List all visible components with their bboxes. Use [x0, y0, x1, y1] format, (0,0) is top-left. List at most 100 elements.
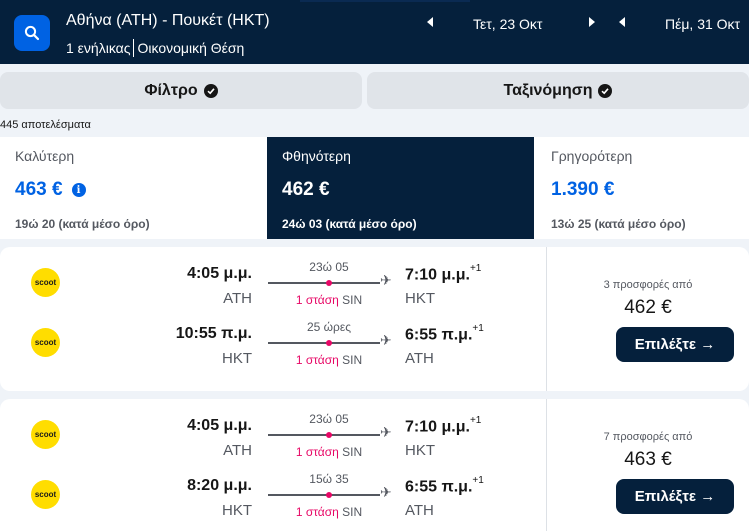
passenger-count: 1 ενήλικας: [66, 40, 131, 56]
arrival-airport: HKT: [405, 290, 435, 307]
search-icon: [24, 25, 40, 41]
departure-time: 4:05 μ.μ.: [187, 265, 252, 282]
stops-info: 1 στάση SIN: [268, 293, 390, 307]
header-accent-line: [300, 0, 470, 2]
airline-logo: scoot: [31, 268, 60, 297]
tab-best-price-row: 463 € i: [15, 179, 86, 201]
departure-airport: ATH: [223, 442, 252, 459]
offers-count: 3 προσφορές από: [603, 279, 693, 291]
return-date[interactable]: Πέμ, 31 Οκτ: [665, 14, 740, 34]
select-button[interactable]: Επιλέξτε →: [616, 327, 734, 362]
sort-tabs: Καλύτερη 463 € i 19ώ 20 (κατά μέσο όρο) …: [0, 137, 749, 239]
price: 462 €: [624, 297, 672, 318]
arrival-time-group: 7:10 μ.μ.+1: [405, 263, 482, 284]
stop-count: 1 στάση: [295, 445, 339, 459]
stop-marker: [326, 432, 332, 438]
stop-airport: SIN: [342, 353, 363, 367]
airline-logo: scoot: [31, 328, 60, 357]
tab-cheapest-label: Φθηνότερη: [282, 148, 351, 164]
card-divider: [546, 247, 547, 391]
prev-return-date-chevron-left-icon[interactable]: [619, 17, 625, 27]
return-leg: scoot 10:55 π.μ. HKT 25 ώρες ✈ 1 στάση S…: [0, 318, 546, 367]
tab-fastest-duration: 13ώ 25 (κατά μέσο όρο): [551, 217, 686, 231]
prev-depart-date-chevron-left-icon[interactable]: [427, 17, 433, 27]
arrival-time: 7:10 μ.μ.: [405, 266, 470, 284]
airline-logo: scoot: [31, 480, 60, 509]
stop-airport: SIN: [342, 505, 363, 519]
tab-best-price: 463 €: [15, 179, 63, 200]
stop-airport: SIN: [342, 293, 363, 307]
sort-button[interactable]: Ταξινόμηση: [367, 72, 749, 109]
tab-fastest-price: 1.390 €: [551, 179, 615, 200]
next-depart-date-chevron-right-icon[interactable]: [589, 17, 595, 27]
tab-best[interactable]: Καλύτερη 463 € i 19ώ 20 (κατά μέσο όρο): [0, 137, 267, 239]
tab-best-label: Καλύτερη: [15, 148, 75, 164]
check-circle-icon: [598, 83, 613, 98]
stop-count: 1 στάση: [295, 505, 339, 519]
route-line: [268, 282, 380, 284]
plane-icon: ✈: [380, 484, 392, 500]
stops-info: 1 στάση SIN: [268, 353, 390, 367]
price: 463 €: [624, 449, 672, 470]
flight-duration: 23ώ 05: [309, 412, 349, 426]
trip-meta[interactable]: 1 ενήλικας Οικονομική Θέση: [66, 39, 244, 57]
departure-airport: HKT: [222, 502, 252, 519]
filter-label: Φίλτρο: [144, 81, 198, 99]
route-line: [268, 434, 380, 436]
stops-info: 1 στάση SIN: [268, 505, 390, 519]
tab-cheapest-price: 462 €: [282, 179, 330, 200]
departure-time: 4:05 μ.μ.: [187, 417, 252, 434]
meta-divider: [133, 39, 135, 57]
cabin-class: Οικονομική Θέση: [137, 40, 245, 56]
plane-icon: ✈: [380, 424, 392, 440]
stop-marker: [326, 492, 332, 498]
arrival-time: 6:55 π.μ.: [405, 326, 473, 344]
arrival-time-group: 7:10 μ.μ.+1: [405, 415, 482, 436]
check-circle-icon: [203, 83, 218, 98]
departure-time: 8:20 μ.μ.: [187, 477, 252, 494]
stop-marker: [326, 340, 332, 346]
airline-logo: scoot: [31, 420, 60, 449]
arrival-time: 7:10 μ.μ.: [405, 418, 470, 436]
arrival-time-group: 6:55 π.μ.+1: [405, 475, 484, 496]
info-icon[interactable]: i: [71, 183, 86, 197]
departure-time: 10:55 π.μ.: [175, 325, 252, 342]
outbound-leg: scoot 4:05 μ.μ. ATH 23ώ 05 ✈ 1 στάση SIN…: [0, 258, 546, 307]
stop-marker: [326, 280, 332, 286]
day-offset: +1: [469, 263, 482, 274]
result-card[interactable]: scoot 4:05 μ.μ. ATH 23ώ 05 ✈ 1 στάση SIN…: [0, 247, 749, 391]
flight-duration: 25 ώρες: [306, 320, 351, 334]
tab-best-duration: 19ώ 20 (κατά μέσο όρο): [15, 217, 150, 231]
departure-airport: HKT: [222, 350, 252, 367]
route-line: [268, 494, 380, 496]
stop-airport: SIN: [342, 445, 363, 459]
tab-cheapest-duration: 24ώ 03 (κατά μέσο όρο): [282, 217, 417, 231]
sort-label: Ταξινόμηση: [503, 81, 593, 99]
offers-count: 7 προσφορές από: [603, 431, 693, 443]
filter-button[interactable]: Φίλτρο: [0, 72, 362, 109]
search-summary-header: Αθήνα (ATH) - Πουκέτ (HKT) 1 ενήλικας Οι…: [0, 0, 749, 64]
plane-icon: ✈: [380, 332, 392, 348]
departure-airport: ATH: [223, 290, 252, 307]
depart-date[interactable]: Τετ, 23 Οκτ: [473, 14, 542, 34]
result-card[interactable]: scoot 4:05 μ.μ. ATH 23ώ 05 ✈ 1 στάση SIN…: [0, 399, 749, 531]
edit-search-button[interactable]: [14, 15, 50, 51]
flight-duration: 23ώ 05: [309, 260, 349, 274]
day-offset: +1: [472, 323, 484, 334]
arrival-airport: ATH: [405, 502, 434, 519]
return-leg: scoot 8:20 μ.μ. HKT 15ώ 35 ✈ 1 στάση SIN…: [0, 470, 546, 519]
day-offset: +1: [469, 415, 482, 426]
select-button[interactable]: Επιλέξτε →: [616, 479, 734, 514]
stop-count: 1 στάση: [295, 293, 339, 307]
arrival-airport: HKT: [405, 442, 435, 459]
tab-fastest-label: Γρηγορότερη: [551, 148, 633, 164]
flight-duration: 15ώ 35: [309, 472, 349, 486]
arrival-time: 6:55 π.μ.: [405, 478, 473, 496]
tab-fastest[interactable]: Γρηγορότερη 1.390 € 13ώ 25 (κατά μέσο όρ…: [536, 137, 749, 239]
route-line: [268, 342, 380, 344]
results-count: 445 αποτελέσματα: [0, 119, 91, 131]
outbound-leg: scoot 4:05 μ.μ. ATH 23ώ 05 ✈ 1 στάση SIN…: [0, 410, 546, 459]
route-title[interactable]: Αθήνα (ATH) - Πουκέτ (HKT): [66, 12, 270, 30]
stops-info: 1 στάση SIN: [268, 445, 390, 459]
tab-cheapest[interactable]: Φθηνότερη 462 € 24ώ 03 (κατά μέσο όρο): [267, 137, 534, 239]
